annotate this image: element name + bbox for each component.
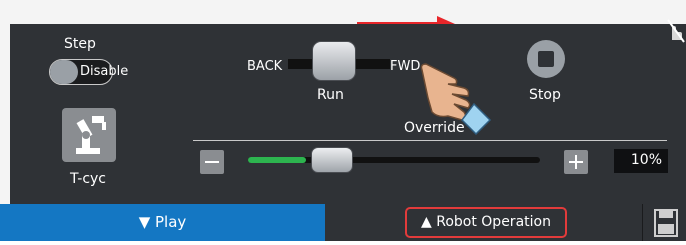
override-slider-track[interactable] — [248, 157, 540, 163]
stop-button[interactable] — [527, 40, 565, 78]
robot-operation-area: ▲ Robot Operation — [325, 204, 642, 241]
override-slider-knob[interactable] — [311, 147, 353, 173]
back-label: BACK — [247, 59, 283, 74]
minus-icon — [205, 161, 219, 163]
save-button[interactable] — [642, 204, 686, 241]
tcyc-label: T-cyc — [70, 171, 106, 187]
step-toggle[interactable]: Disable — [49, 59, 128, 85]
robot-arm-icon — [76, 116, 106, 154]
bottom-bar: ▼ Play ▲ Robot Operation — [0, 204, 686, 241]
tcyc-button[interactable] — [62, 108, 116, 162]
override-value-box: 10% — [614, 149, 668, 173]
stop-icon — [538, 51, 554, 67]
play-button[interactable]: ▼ Play — [0, 204, 325, 241]
stop-label: Stop — [529, 87, 561, 103]
override-value: 10% — [630, 152, 662, 168]
robot-operation-button[interactable]: ▲ Robot Operation — [405, 207, 567, 238]
hand-pointer-icon — [420, 63, 492, 136]
run-label: Run — [317, 87, 344, 103]
teach-pendant-screen: Step Disable T-cyc BACK FWD Run Stop Ove… — [0, 0, 686, 241]
no-touch-icon — [667, 19, 685, 43]
step-toggle-knob[interactable] — [50, 60, 78, 84]
override-increase-button[interactable] — [564, 150, 588, 174]
override-slider-fill — [248, 157, 306, 163]
fwd-label: FWD — [390, 59, 421, 74]
step-label: Step — [64, 36, 96, 52]
override-decrease-button[interactable] — [200, 150, 224, 174]
run-slider-knob[interactable] — [312, 41, 356, 81]
step-toggle-value: Disable — [80, 64, 129, 79]
save-icon — [654, 209, 678, 237]
